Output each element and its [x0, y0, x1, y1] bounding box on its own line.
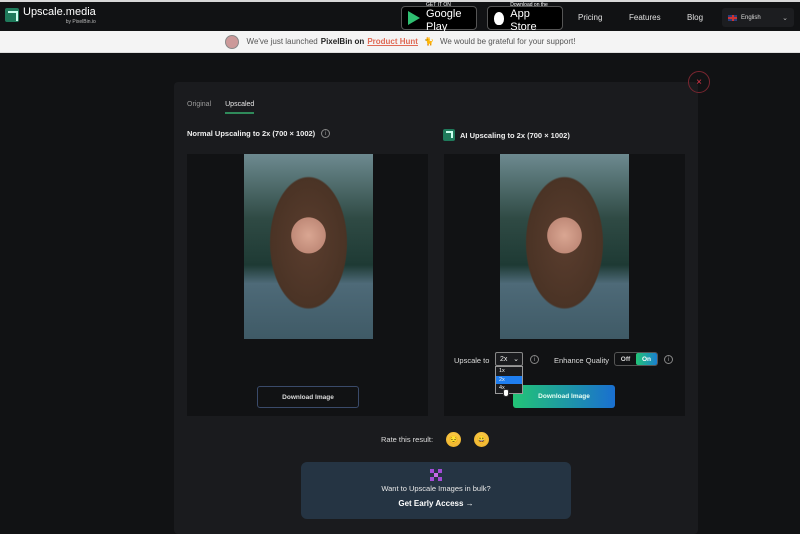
upscale-to-label: Upscale to [454, 356, 490, 365]
chevron-down-icon: ⌄ [782, 14, 788, 22]
google-play-icon [408, 11, 420, 25]
info-icon[interactable]: i [530, 355, 539, 364]
upscale-logo-icon [443, 129, 455, 141]
ai-upscaling-label: AI Upscaling to 2x (700 × 1002) [460, 130, 570, 140]
tab-original[interactable]: Original [187, 101, 211, 114]
banner-brand: PixelBin on [320, 37, 365, 46]
upscale-dropdown: 1x 2x 4x [495, 366, 523, 394]
toggle-on[interactable]: On [636, 353, 657, 365]
upscale-select-value: 2x [500, 355, 508, 363]
top-navbar: Upscale.media by PixelBin.io GET IT ON G… [0, 0, 800, 33]
hand-cursor-icon [503, 389, 509, 397]
close-button[interactable]: × [688, 71, 710, 93]
bulk-question: Want to Upscale Images in bulk? [381, 484, 491, 493]
language-selector[interactable]: English ⌄ [722, 8, 794, 27]
nav-pricing[interactable]: Pricing [578, 13, 602, 22]
upscale-option-4x[interactable]: 4x [496, 384, 522, 393]
pixelbin-icon [430, 469, 442, 481]
logo-title: Upscale.media [23, 6, 96, 18]
app-store-big: App Store [510, 8, 537, 33]
sad-face-icon[interactable]: 😔 [446, 432, 461, 447]
tab-upscaled[interactable]: Upscaled [225, 101, 255, 114]
chevron-down-icon: ⌄ [513, 356, 519, 363]
info-icon[interactable]: i [321, 129, 331, 138]
normal-upscaling-label: Normal Upscaling to 2x (700 × 1002) [187, 129, 316, 138]
upscale-option-1x[interactable]: 1x [496, 367, 522, 376]
logo-subtitle: by PixelBin.io [65, 19, 96, 25]
product-hunt-link[interactable]: Product Hunt [367, 37, 418, 46]
language-label: English [741, 14, 761, 21]
ai-upscaled-image [500, 154, 629, 339]
upscale-logo-icon [5, 8, 19, 22]
normal-upscaled-image [244, 154, 373, 339]
download-ai-button[interactable]: Download Image [513, 385, 615, 408]
banner-prefix: We've just launched [246, 37, 318, 46]
banner-suffix: We would be grateful for your support! [439, 37, 576, 46]
sad-emoji: 😔 [448, 435, 459, 444]
apple-icon [494, 11, 505, 25]
avatar [224, 34, 239, 49]
rate-label: Rate this result: [381, 435, 434, 444]
app-store-button[interactable]: Download on the App Store [487, 3, 563, 33]
normal-upscaling-title: Normal Upscaling to 2x (700 × 1002) i [187, 129, 331, 138]
enhance-quality-label: Enhance Quality [554, 356, 610, 365]
google-play-big: Google Play [426, 8, 462, 33]
enhance-quality-toggle[interactable]: Off On [614, 352, 658, 366]
upscale-option-2x[interactable]: 2x [496, 375, 522, 384]
nav-features[interactable]: Features [629, 13, 661, 22]
happy-face-icon[interactable]: 😀 [474, 432, 489, 447]
cat-icon: 🐈 [423, 37, 434, 46]
happy-emoji: 😀 [476, 435, 487, 444]
logo[interactable]: Upscale.media by PixelBin.io [5, 7, 96, 25]
uk-flag-icon [728, 14, 737, 21]
download-normal-button[interactable]: Download Image [257, 386, 359, 408]
announcement-banner: We've just launched PixelBin on Product … [0, 31, 800, 53]
info-icon[interactable]: i [664, 355, 673, 364]
upscale-select[interactable]: 2x ⌄ [495, 352, 523, 366]
close-icon: × [696, 76, 702, 88]
get-early-access-link[interactable]: Get Early Access → [301, 499, 571, 508]
nav-blog[interactable]: Blog [687, 13, 703, 22]
view-tabs: Original Upscaled [187, 101, 255, 114]
ai-upscaling-title: AI Upscaling to 2x (700 × 1002) [443, 129, 570, 141]
toggle-off[interactable]: Off [615, 353, 636, 365]
google-play-button[interactable]: GET IT ON Google Play [401, 3, 477, 33]
